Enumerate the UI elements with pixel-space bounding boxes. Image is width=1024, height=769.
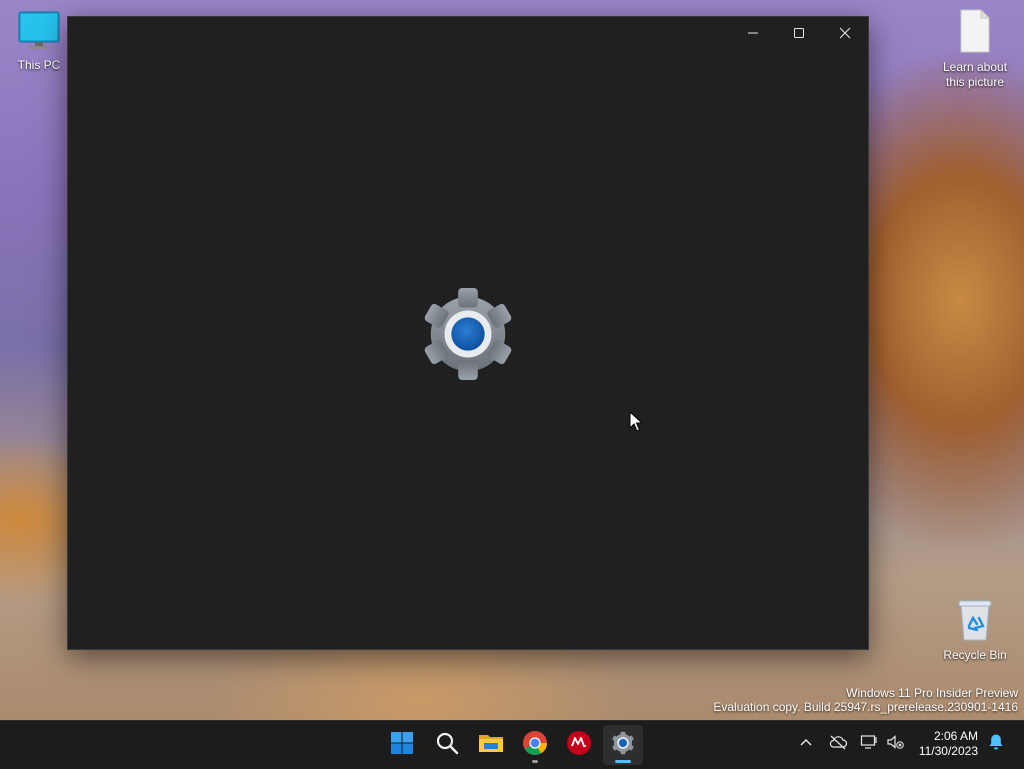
desktop-icon-learn-about-picture[interactable]: Learn about this picture: [937, 8, 1013, 90]
maximize-button[interactable]: [776, 17, 822, 49]
desktop-icon-recycle-bin[interactable]: Recycle Bin: [937, 598, 1013, 663]
speaker-muted-icon: [886, 734, 904, 754]
settings-window: [67, 16, 869, 650]
watermark-line-2: Evaluation copy. Build 25947.rs_prerelea…: [713, 700, 1018, 714]
notification-bell-icon: [988, 733, 1004, 755]
chevron-up-icon: [799, 735, 813, 754]
clock-time: 2:06 AM: [933, 729, 978, 743]
taskbar-settings-button[interactable]: [603, 725, 643, 765]
recycle-bin-icon: [937, 598, 1013, 646]
desktop-icon-label: This PC: [17, 58, 61, 72]
windows-start-icon: [390, 731, 414, 759]
taskbar-chrome-button[interactable]: [515, 725, 555, 765]
show-hidden-icons-button[interactable]: [795, 733, 817, 755]
mcafee-icon: [566, 730, 592, 760]
evaluation-watermark: Windows 11 Pro Insider Preview Evaluatio…: [713, 686, 1018, 714]
document-icon: [937, 8, 1013, 58]
taskbar-clock[interactable]: 2:06 AM 11/30/2023: [919, 729, 978, 759]
maximize-icon: [793, 24, 805, 43]
search-icon: [435, 731, 459, 759]
taskbar-file-explorer-button[interactable]: [471, 725, 511, 765]
active-indicator: [615, 760, 631, 763]
folder-icon: [478, 731, 504, 759]
desktop-icon-label: Learn about this picture: [942, 60, 1008, 89]
volume-button[interactable]: [884, 733, 906, 755]
minimize-icon: [747, 24, 759, 43]
network-display-button[interactable]: [858, 733, 880, 755]
taskbar-search-button[interactable]: [427, 725, 467, 765]
mouse-cursor: [629, 410, 644, 433]
desktop-icon-label: Recycle Bin: [943, 648, 1007, 662]
close-button[interactable]: [822, 17, 868, 49]
minimize-button[interactable]: [730, 17, 776, 49]
settings-gear-icon: [419, 285, 517, 383]
cloud-offline-icon: [828, 734, 848, 754]
taskbar-start-button[interactable]: [382, 725, 422, 765]
watermark-line-1: Windows 11 Pro Insider Preview: [846, 686, 1018, 700]
notifications-button[interactable]: [985, 733, 1007, 755]
desktop-icon-this-pc[interactable]: This PC: [1, 10, 77, 73]
close-icon: [839, 24, 851, 43]
running-indicator: [532, 760, 538, 763]
taskbar-mcafee-button[interactable]: [559, 725, 599, 765]
onedrive-button[interactable]: [827, 733, 849, 755]
clock-date: 11/30/2023: [918, 744, 978, 758]
display-icon: [860, 734, 878, 754]
settings-gear-icon: [611, 731, 635, 759]
chrome-icon: [522, 730, 548, 760]
monitor-icon: [1, 10, 77, 56]
taskbar: 2:06 AM 11/30/2023: [0, 720, 1024, 769]
